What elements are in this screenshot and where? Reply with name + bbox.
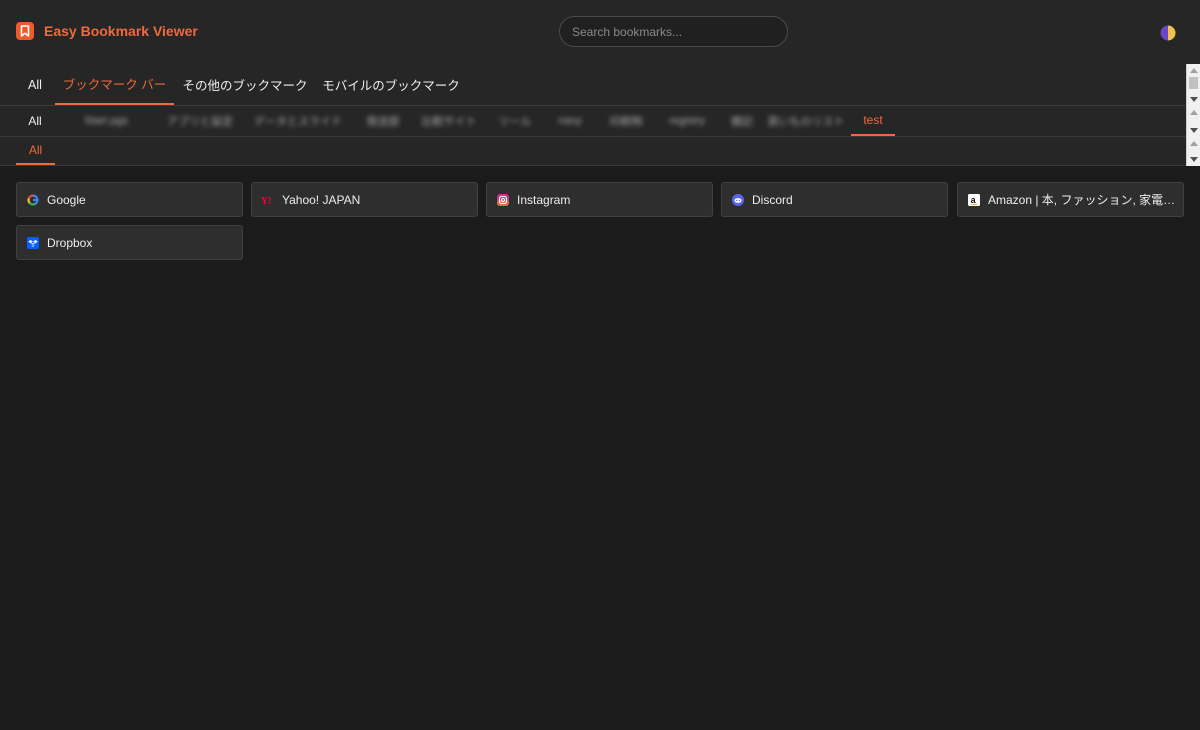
svg-text:Y!: Y! <box>261 196 272 205</box>
yahoo-icon: Y! <box>261 193 274 206</box>
tab-label: 発送部 <box>366 116 400 128</box>
tab-label: ツール <box>498 116 532 128</box>
tab-label: その他のブックマーク <box>182 79 308 93</box>
bookmark-card[interactable]: Dropbox <box>16 225 243 260</box>
folder-tabs-level1: All ブックマーク バー その他のブックマーク モバイルのブックマーク <box>0 64 1186 106</box>
bookmark-title: Dropbox <box>47 235 93 250</box>
app-header: Easy Bookmark Viewer <box>0 0 1200 65</box>
tab-label: All <box>28 77 42 92</box>
tab-mobile-bookmarks[interactable]: モバイルのブックマーク <box>316 64 466 105</box>
bookmark-title: Instagram <box>517 192 571 207</box>
tab-label: registry <box>668 115 706 127</box>
bookmark-card[interactable]: Google <box>16 182 243 217</box>
scroll-down-icon[interactable] <box>1190 157 1198 162</box>
bookmark-card[interactable]: a Amazon | 本, ファッション, 家電から食品まで <box>957 182 1184 217</box>
bookmark-card[interactable]: Discord <box>721 182 948 217</box>
amazon-icon: a <box>967 193 980 206</box>
tab-all[interactable]: All <box>16 137 55 165</box>
tab-folder[interactable]: 買いものリスト <box>766 106 846 136</box>
scroll-up-icon[interactable] <box>1190 68 1198 73</box>
tab-all[interactable]: All <box>16 106 54 136</box>
folder-tabs-level3: All <box>0 137 1186 166</box>
scroll-down-icon[interactable] <box>1190 128 1198 133</box>
tab-label: 印刷物 <box>609 116 643 128</box>
tab-test[interactable]: test <box>851 106 895 136</box>
tab-label: データとスライド <box>254 116 342 128</box>
tab-folder[interactable]: ツール <box>486 106 544 136</box>
tab-label: ブックマーク バー <box>62 78 167 92</box>
discord-icon <box>731 193 744 206</box>
tab-folder[interactable]: 印刷物 <box>598 106 654 136</box>
tab-folder[interactable]: 雑記 <box>722 106 762 136</box>
tab-bookmarks-bar[interactable]: ブックマーク バー <box>55 64 174 105</box>
brand: Easy Bookmark Viewer <box>16 22 198 40</box>
bookmark-title: Google <box>47 192 86 207</box>
scroll-down-icon[interactable] <box>1190 97 1198 102</box>
tab-label: モバイルのブックマーク <box>322 79 460 93</box>
scroll-thumb[interactable] <box>1189 77 1198 89</box>
scroll-up-icon[interactable] <box>1190 141 1198 146</box>
tab-label: アプリと設定 <box>167 116 233 128</box>
tab-label: All <box>28 114 42 128</box>
search-input[interactable] <box>559 16 788 47</box>
bookmark-title: Yahoo! JAPAN <box>282 192 361 207</box>
tab-label: test <box>863 113 883 127</box>
tab-label: 比較サイト <box>421 116 477 128</box>
tab-label: navy <box>558 115 582 127</box>
tabs-scrollbar[interactable] <box>1186 137 1200 166</box>
tabs-scrollbar[interactable] <box>1186 64 1200 106</box>
tab-folder[interactable]: データとスライド <box>248 106 348 136</box>
tab-folder[interactable]: アプリと設定 <box>158 106 242 136</box>
tabs-scrollbar[interactable] <box>1186 106 1200 137</box>
tab-label: All <box>28 143 43 157</box>
tab-label: Start pgs <box>83 115 129 127</box>
dropbox-icon <box>26 236 39 249</box>
bookmark-title: Amazon | 本, ファッション, 家電から食品まで <box>988 193 1178 207</box>
tab-folder[interactable]: 比較サイト <box>414 106 484 136</box>
google-icon <box>26 193 39 206</box>
tab-folder[interactable]: navy <box>546 106 594 136</box>
bookmark-title: Discord <box>752 192 793 207</box>
bookmark-card[interactable]: Instagram <box>486 182 713 217</box>
tab-label: 雑記 <box>731 116 753 128</box>
scroll-up-icon[interactable] <box>1190 110 1198 115</box>
tab-other-bookmarks[interactable]: その他のブックマーク <box>176 64 314 105</box>
tab-label: 買いものリスト <box>767 116 845 128</box>
folder-tabs-level2: All Start pgs アプリと設定 データとスライド 発送部 比較サイト … <box>0 106 1186 137</box>
tab-all[interactable]: All <box>16 64 54 105</box>
tab-folder[interactable]: registry <box>656 106 718 136</box>
tab-folder[interactable]: 発送部 <box>354 106 412 136</box>
instagram-icon <box>496 193 509 206</box>
bookmark-card[interactable]: Y! Yahoo! JAPAN <box>251 182 478 217</box>
app-title: Easy Bookmark Viewer <box>44 23 198 39</box>
tab-folder[interactable]: Start pgs <box>60 106 152 136</box>
bookmark-icon <box>16 22 34 40</box>
half-circle-icon[interactable] <box>1159 24 1177 42</box>
